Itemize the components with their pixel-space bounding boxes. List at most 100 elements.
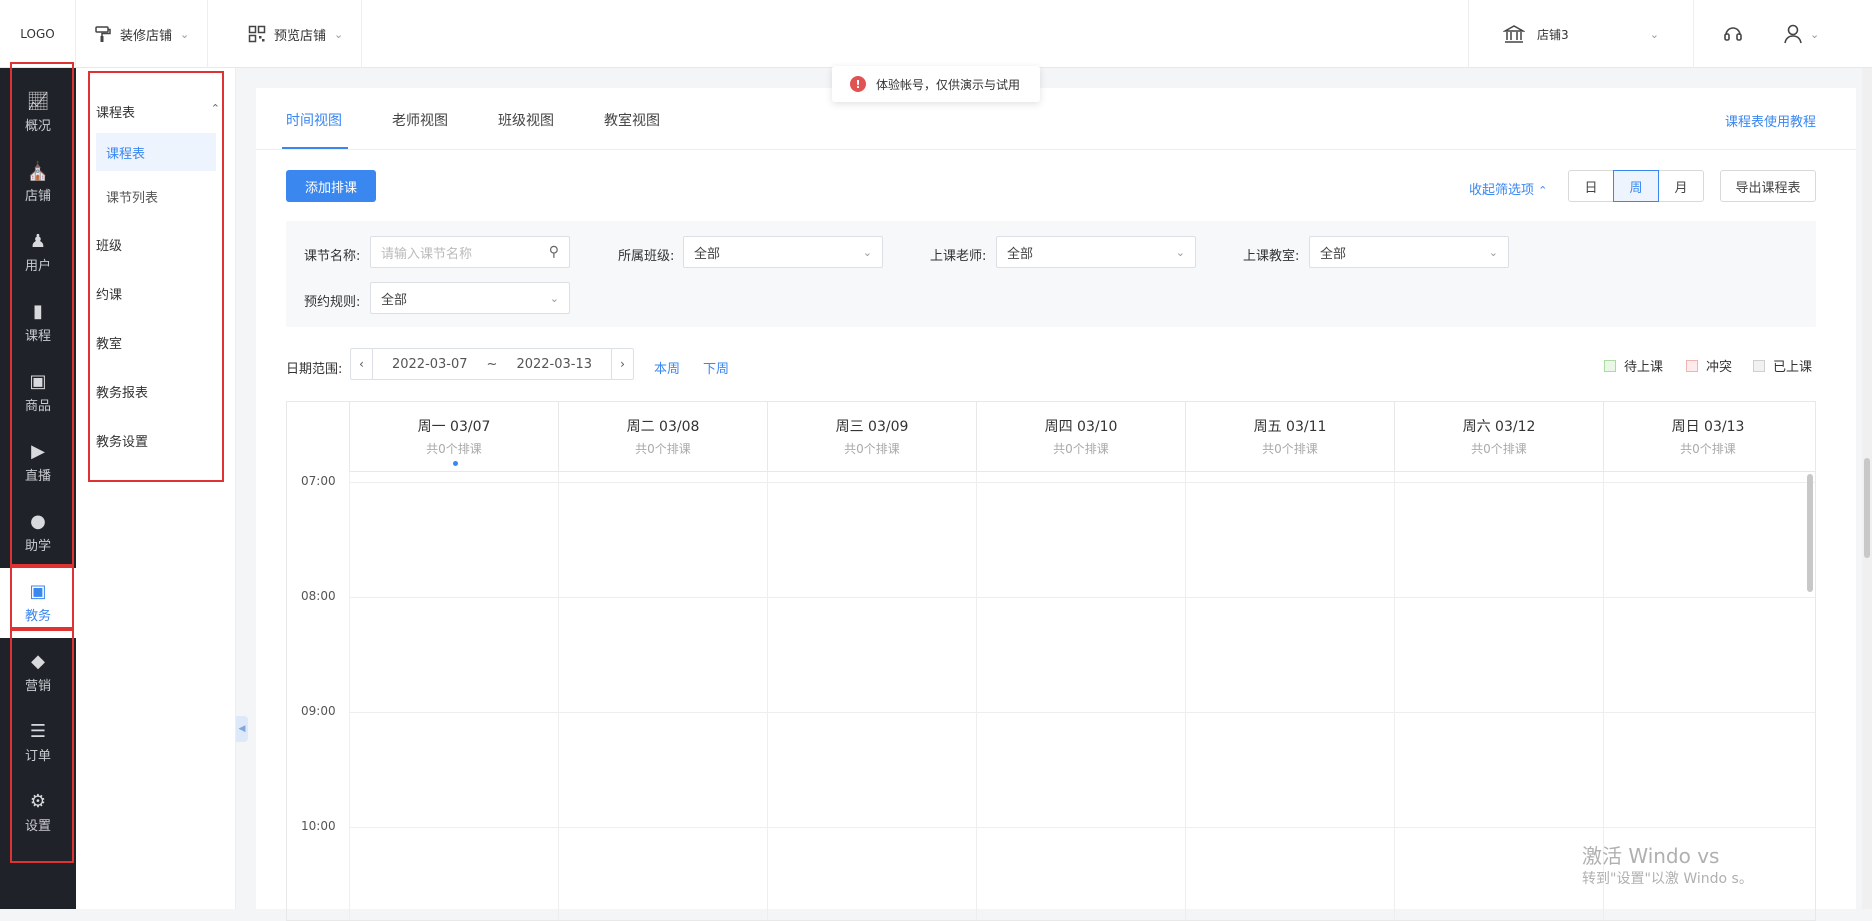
day-header-sun[interactable]: 周日 03/13 共0个排课 xyxy=(1603,402,1812,472)
headset-icon xyxy=(1724,27,1742,41)
lesson-name-input[interactable]: 请输入课节名称 ⚲ xyxy=(370,236,570,268)
chevron-down-icon: ⌄ xyxy=(334,27,344,41)
class-select-value: 全部 xyxy=(694,246,721,262)
preview-store-menu[interactable]: 预览店铺 ⌄ xyxy=(230,0,363,68)
nav-store[interactable]: ⛪ 店铺 xyxy=(0,148,76,218)
prev-week-icon[interactable]: ‹ xyxy=(351,349,373,379)
booking-rule-select[interactable]: 全部 ⌄ xyxy=(370,282,570,314)
subnav-booking[interactable]: 约课 xyxy=(96,284,122,303)
support-button[interactable] xyxy=(1722,0,1744,68)
view-day-button[interactable]: 日 xyxy=(1568,170,1614,202)
date-end[interactable]: 2022-03-13 xyxy=(497,357,611,372)
day-name: 周四 03/10 xyxy=(1044,419,1118,435)
legend-conflict: 冲突 xyxy=(1686,356,1732,375)
nav-users[interactable]: ♟ 用户 xyxy=(0,218,76,288)
nav-course[interactable]: ▮ 课程 xyxy=(0,288,76,358)
collapse-filters-label: 收起筛选项 xyxy=(1469,183,1535,198)
user-icon xyxy=(1784,24,1802,44)
tab-time-view[interactable]: 时间视图 xyxy=(286,110,342,130)
nav-settings[interactable]: ⚙ 设置 xyxy=(0,778,76,848)
time-label: 09:00 xyxy=(301,704,336,718)
calendar-scrollbar[interactable] xyxy=(1807,474,1813,592)
tab-teacher-view[interactable]: 老师视图 xyxy=(392,110,448,130)
decorate-store-menu[interactable]: 装修店铺 ⌄ xyxy=(76,0,209,68)
video-icon: ▶ xyxy=(31,440,45,462)
day-name: 周一 03/07 xyxy=(417,419,491,435)
teacher-label: 上课老师: xyxy=(930,249,987,264)
shop-icon: ⛪ xyxy=(26,160,50,182)
active-tab-indicator xyxy=(282,147,348,149)
lesson-name-label: 课节名称: xyxy=(304,249,361,264)
day-count: 共0个排课 xyxy=(1680,442,1736,456)
date-start[interactable]: 2022-03-07 xyxy=(373,357,487,372)
classroom-select-value: 全部 xyxy=(1320,246,1347,262)
collapse-filters-link[interactable]: 收起筛选项 ⌃ xyxy=(1469,179,1547,198)
decorate-store-label: 装修店铺 xyxy=(120,28,173,44)
nav-study-aid[interactable]: ● 助学 xyxy=(0,498,76,568)
view-month-button[interactable]: 月 xyxy=(1658,170,1704,202)
search-icon[interactable]: ⚲ xyxy=(549,244,559,260)
legend-swatch-done xyxy=(1753,359,1765,372)
teacher-select[interactable]: 全部 ⌄ xyxy=(996,236,1196,268)
document-icon: ☰ xyxy=(29,720,47,742)
logo: LOGO xyxy=(0,0,76,68)
next-week-link[interactable]: 下周 xyxy=(703,358,729,377)
day-header-fri[interactable]: 周五 03/11 共0个排课 xyxy=(1185,402,1394,472)
legend-label: 待上课 xyxy=(1624,360,1664,375)
tab-class-view[interactable]: 班级视图 xyxy=(498,110,554,130)
schedule-tutorial-link[interactable]: 课程表使用教程 xyxy=(1725,111,1816,130)
day-count: 共0个排课 xyxy=(1471,442,1527,456)
nav-live[interactable]: ▶ 直播 xyxy=(0,428,76,498)
subnav-class[interactable]: 班级 xyxy=(96,235,122,254)
day-header-sat[interactable]: 周六 03/12 共0个排课 xyxy=(1394,402,1603,472)
subnav-report[interactable]: 教务报表 xyxy=(96,382,148,401)
day-count: 共0个排课 xyxy=(1262,442,1318,456)
subnav-academic-settings[interactable]: 教务设置 xyxy=(96,431,148,450)
subnav-group-schedule[interactable]: 课程表 ⌃ xyxy=(96,102,220,121)
classroom-select[interactable]: 全部 ⌄ xyxy=(1309,236,1509,268)
nav-marketing[interactable]: ◆ 营销 xyxy=(0,638,76,708)
view-week-button[interactable]: 周 xyxy=(1613,170,1659,202)
main-content: 时间视图 老师视图 班级视图 教室视图 课程表使用教程 添加排课 收起筛选项 ⌃… xyxy=(256,88,1856,921)
legend-pending: 待上课 xyxy=(1604,356,1663,375)
store-selector[interactable]: 店铺3 ⌄ xyxy=(1468,0,1694,68)
subnav-classroom[interactable]: 教室 xyxy=(96,333,122,352)
collapse-sidebar-handle[interactable]: ◀ xyxy=(236,716,248,742)
primary-sidebar: 📈︎ 概况 ⛪ 店铺 ♟ 用户 ▮ 课程 ▣ 商品 ▶ 直播 ● 助学 ▣ 教务 ◆ 营销 ☰ 订单… xyxy=(0,68,76,909)
date-range-picker[interactable]: ‹ 2022-03-07 ~ 2022-03-13 › xyxy=(350,348,634,380)
gamepad-icon: ● xyxy=(30,510,46,532)
day-name: 周二 03/08 xyxy=(626,419,700,435)
day-header-thu[interactable]: 周四 03/10 共0个排课 xyxy=(976,402,1185,472)
subnav-lesson-list[interactable]: 课节列表 xyxy=(96,177,216,215)
next-week-icon[interactable]: › xyxy=(611,349,633,379)
grid-column-line xyxy=(558,472,559,920)
chevron-down-icon: ⌄ xyxy=(1810,27,1820,41)
nav-goods[interactable]: ▣ 商品 xyxy=(0,358,76,428)
add-schedule-button[interactable]: 添加排课 xyxy=(286,170,376,202)
nav-overview[interactable]: 📈︎ 概况 xyxy=(0,78,76,148)
grid-column-line xyxy=(976,472,977,920)
export-schedule-button[interactable]: 导出课程表 xyxy=(1720,170,1816,202)
this-week-link[interactable]: 本周 xyxy=(654,358,680,377)
nav-label: 用户 xyxy=(24,258,51,274)
class-select[interactable]: 全部 ⌄ xyxy=(683,236,883,268)
page-scrollbar[interactable] xyxy=(1862,68,1872,909)
nav-label: 教务 xyxy=(24,608,51,624)
tab-classroom-view[interactable]: 教室视图 xyxy=(604,110,660,130)
gear-icon: ⚙ xyxy=(29,790,47,812)
day-count: 共0个排课 xyxy=(1053,442,1109,456)
day-header-tue[interactable]: 周二 03/08 共0个排课 xyxy=(558,402,767,472)
user-menu[interactable]: ⌄ xyxy=(1782,0,1819,68)
classroom-label: 上课教室: xyxy=(1243,249,1300,264)
page-scrollbar-thumb[interactable] xyxy=(1864,458,1870,558)
nav-orders[interactable]: ☰ 订单 xyxy=(0,708,76,778)
grid-hour-line xyxy=(349,827,1815,828)
day-header-wed[interactable]: 周三 03/09 共0个排课 xyxy=(767,402,976,472)
bank-icon xyxy=(1503,25,1525,43)
day-header-mon[interactable]: 周一 03/07 共0个排课 xyxy=(349,402,558,472)
demo-account-toast: ! 体验帐号，仅供演示与试用 xyxy=(832,66,1040,102)
users-icon: ♟ xyxy=(29,230,47,252)
day-name: 周六 03/12 xyxy=(1462,419,1536,435)
nav-academic[interactable]: ▣ 教务 xyxy=(0,568,76,638)
subnav-schedule[interactable]: 课程表 xyxy=(96,133,216,171)
